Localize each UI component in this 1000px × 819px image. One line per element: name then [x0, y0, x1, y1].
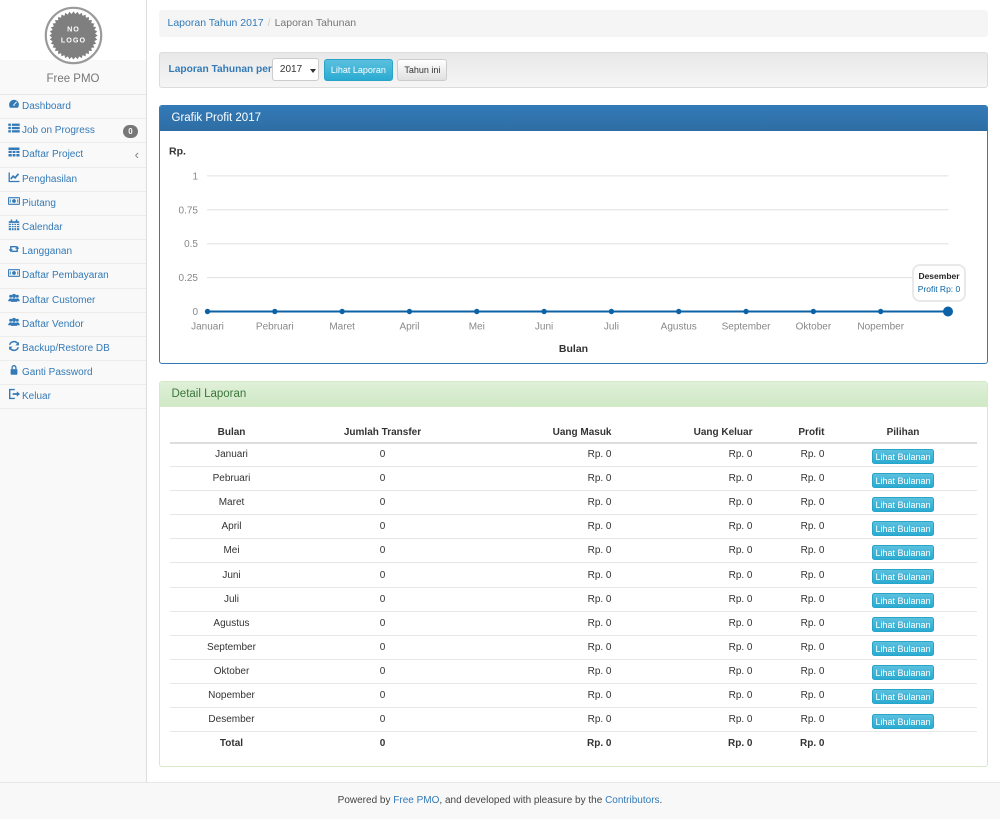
- svg-text:Oktober: Oktober: [795, 321, 831, 332]
- svg-text:0.25: 0.25: [178, 273, 198, 284]
- svg-text:0.5: 0.5: [184, 239, 198, 250]
- svg-text:Pebruari: Pebruari: [255, 321, 293, 332]
- svg-text:Juni: Juni: [534, 321, 552, 332]
- svg-text:September: September: [721, 321, 771, 332]
- svg-text:Mei: Mei: [468, 321, 484, 332]
- svg-text:Maret: Maret: [329, 321, 355, 332]
- svg-text:Juli: Juli: [603, 321, 618, 332]
- svg-text:0.75: 0.75: [178, 205, 198, 216]
- svg-text:1: 1: [192, 171, 198, 182]
- svg-text:Rp.: Rp.: [169, 145, 186, 157]
- svg-text:LOGO: LOGO: [60, 36, 85, 45]
- svg-text:Nopember: Nopember: [857, 321, 904, 332]
- svg-text:0: 0: [192, 307, 198, 318]
- svg-text:Bulan: Bulan: [558, 343, 587, 355]
- svg-text:April: April: [399, 321, 419, 332]
- svg-text:NO: NO: [67, 24, 80, 33]
- svg-text:Agustus: Agustus: [660, 321, 696, 332]
- svg-text:Januari: Januari: [191, 321, 224, 332]
